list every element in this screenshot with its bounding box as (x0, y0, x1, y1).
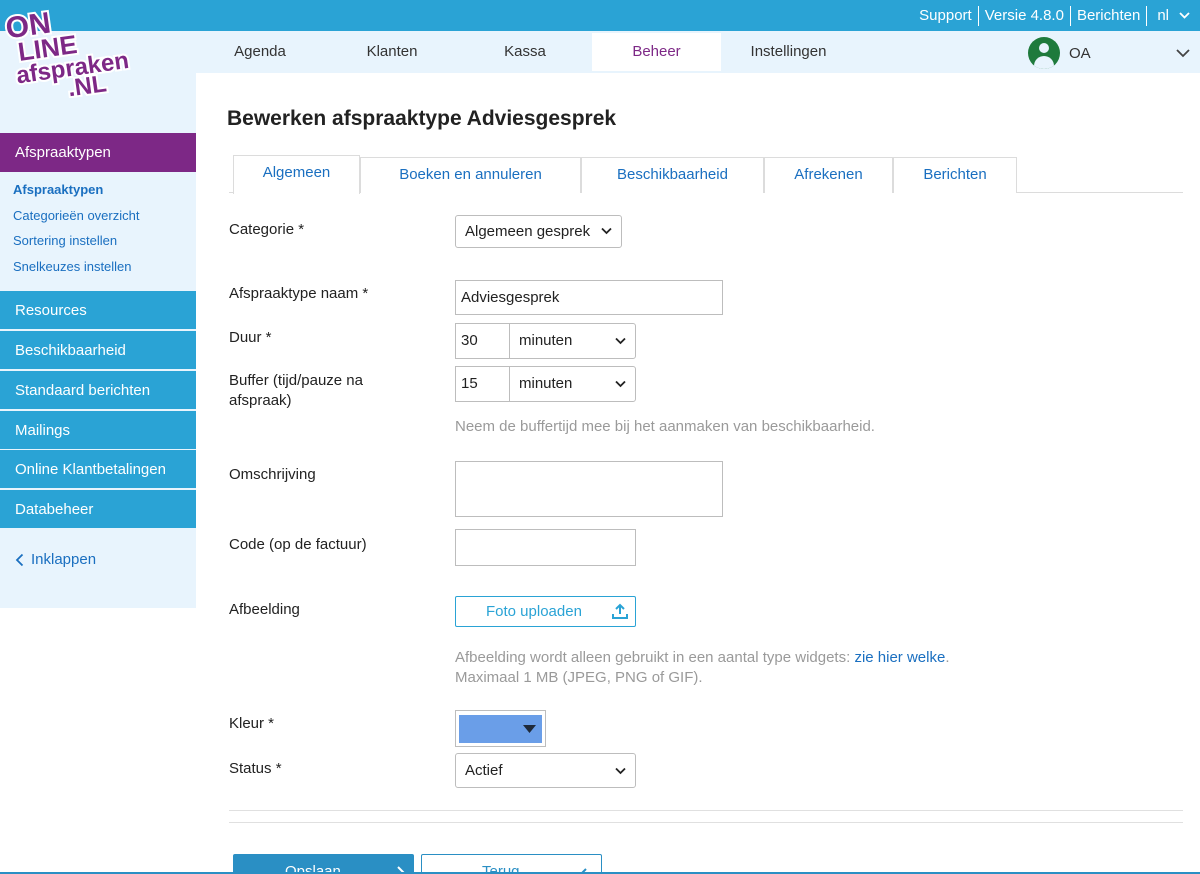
buffer-input[interactable]: 15 (455, 366, 510, 402)
code-label: Code (op de factuur) (229, 536, 367, 553)
name-input[interactable]: Adviesgesprek (455, 280, 723, 315)
sidebar-item-standaard-berichten[interactable]: Standaard berichten (0, 371, 196, 410)
chevron-down-icon (601, 227, 612, 235)
status-select[interactable]: Actief (455, 753, 636, 788)
category-value: Algemeen gesprek (465, 223, 591, 240)
color-swatch (459, 715, 542, 743)
color-picker[interactable] (455, 710, 546, 747)
duration-unit-select[interactable]: minuten (509, 323, 636, 359)
sidebar: Afspraaktypen Afspraaktypen Categorieën … (0, 73, 196, 608)
tab-algemeen[interactable]: Algemeen (233, 155, 360, 194)
save-button[interactable]: Opslaan (233, 854, 414, 874)
image-hint-size: Maximaal 1 MB (JPEG, PNG of GIF). (455, 669, 703, 686)
chevron-down-icon[interactable] (1173, 6, 1200, 26)
back-button[interactable]: Terug (421, 854, 602, 874)
sidebar-subitem-snelkeuzes[interactable]: Snelkeuzes instellen (0, 254, 196, 280)
status-value: Actief (465, 762, 503, 779)
image-hint-text: Afbeelding wordt alleen gebruikt in een … (455, 649, 855, 666)
duration-label: Duur * (229, 329, 272, 346)
messages-link[interactable]: Berichten (1071, 6, 1146, 26)
upload-icon (612, 603, 628, 619)
nav-klanten[interactable]: Klanten (324, 33, 460, 71)
chevron-left-icon (15, 553, 24, 566)
collapse-label: Inklappen (31, 551, 97, 568)
color-label: Kleur * (229, 715, 275, 732)
sidebar-subitem-categorieen[interactable]: Categorieën overzicht (0, 203, 196, 229)
avatar[interactable] (1028, 37, 1060, 69)
language-selector[interactable]: nl (1147, 6, 1173, 26)
support-link[interactable]: Support (913, 6, 978, 26)
nav-beheer[interactable]: Beheer (592, 33, 721, 71)
image-hint-link[interactable]: zie hier welke (854, 649, 945, 666)
user-menu[interactable]: OA (1028, 37, 1091, 69)
duration-input[interactable]: 30 (455, 323, 510, 359)
caret-down-icon (523, 725, 536, 733)
chevron-down-icon (615, 767, 626, 775)
tab-boeken-annuleren[interactable]: Boeken en annuleren (360, 157, 581, 193)
buffer-unit-value: minuten (519, 375, 573, 392)
image-hint: Afbeelding wordt alleen gebruikt in een … (455, 648, 949, 668)
name-label: Afspraaktype naam * (229, 285, 369, 302)
tab-afrekenen[interactable]: Afrekenen (764, 157, 893, 193)
sidebar-item-resources[interactable]: Resources (0, 291, 196, 330)
sidebar-item-mailings[interactable]: Mailings (0, 411, 196, 450)
buffer-unit-select[interactable]: minuten (509, 366, 636, 402)
sidebar-submenu: Afspraaktypen Categorieën overzicht Sort… (0, 177, 196, 279)
image-hint-suffix: . (945, 649, 950, 666)
category-label: Categorie * (229, 221, 305, 238)
description-label: Omschrijving (229, 466, 316, 483)
divider (229, 822, 1183, 823)
tab-berichten[interactable]: Berichten (893, 157, 1017, 193)
upload-photo-label: Foto uploaden (486, 603, 582, 620)
sidebar-subitem-afspraaktypen[interactable]: Afspraaktypen (0, 177, 196, 203)
chevron-down-icon[interactable] (1176, 45, 1190, 62)
nav-agenda[interactable]: Agenda (196, 33, 324, 71)
buffer-hint: Neem de buffertijd mee bij het aanmaken … (455, 418, 875, 435)
logo[interactable]: ON LINE afspraken .NL (2, 2, 134, 104)
user-initials: OA (1069, 44, 1091, 62)
status-label: Status * (229, 760, 282, 777)
code-input[interactable] (455, 529, 636, 566)
nav-kassa[interactable]: Kassa (460, 33, 590, 71)
nav-instellingen[interactable]: Instellingen (721, 33, 856, 71)
collapse-sidebar-button[interactable]: Inklappen (15, 551, 96, 568)
chevron-down-icon (615, 380, 626, 388)
main-navbar: Agenda Klanten Kassa Beheer Instellingen… (0, 31, 1200, 73)
duration-unit-value: minuten (519, 332, 573, 349)
sidebar-item-databeheer[interactable]: Databeheer (0, 490, 196, 529)
top-bar: Support Versie 4.8.0 Berichten nl (0, 0, 1200, 31)
image-label: Afbeelding (229, 601, 300, 618)
category-select[interactable]: Algemeen gesprek (455, 215, 622, 248)
sidebar-item-beschikbaarheid[interactable]: Beschikbaarheid (0, 331, 196, 370)
page-title: Bewerken afspraaktype Adviesgesprek (227, 107, 617, 130)
chevron-down-icon (615, 337, 626, 345)
tab-bar: Algemeen Boeken en annuleren Beschikbaar… (229, 155, 1183, 194)
upload-photo-button[interactable]: Foto uploaden (455, 596, 636, 627)
divider (229, 810, 1183, 811)
sidebar-header-afspraaktypen[interactable]: Afspraaktypen (0, 133, 196, 172)
description-textarea[interactable] (455, 461, 723, 517)
top-links: Support Versie 4.8.0 Berichten nl (913, 0, 1200, 31)
buffer-label: Buffer (tijd/pauze na afspraak) (229, 372, 363, 409)
logo-text-4: .NL (66, 70, 108, 98)
sidebar-subitem-sortering[interactable]: Sortering instellen (0, 228, 196, 254)
tab-beschikbaarheid[interactable]: Beschikbaarheid (581, 157, 764, 193)
version-label: Versie 4.8.0 (984, 6, 1064, 24)
sidebar-item-online-klantbetalingen[interactable]: Online Klantbetalingen (0, 450, 196, 489)
